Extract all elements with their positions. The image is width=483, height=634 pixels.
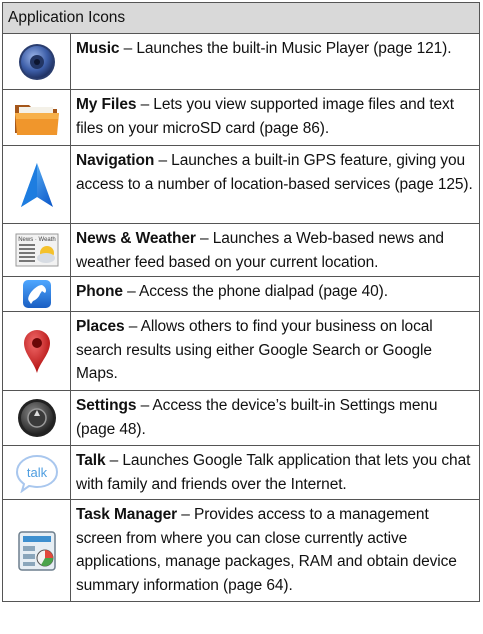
icon-cell bbox=[3, 312, 71, 390]
app-name: Talk bbox=[76, 452, 106, 469]
table-row-talk: talk Talk – Launches Google Talk applica… bbox=[2, 446, 480, 500]
map-pin-icon bbox=[23, 330, 50, 373]
table-row-music: Music – Launches the built-in Music Play… bbox=[2, 34, 480, 90]
task-manager-icon bbox=[17, 530, 56, 571]
row-description: Task Manager – Provides access to a mana… bbox=[71, 500, 479, 601]
row-description: Talk – Launches Google Talk application … bbox=[71, 446, 479, 499]
app-description: – Access the phone dialpad (page 40). bbox=[122, 283, 388, 300]
row-description: Phone – Access the phone dialpad (page 4… bbox=[71, 277, 479, 311]
app-name: Places bbox=[76, 318, 125, 335]
application-icons-table: Application Icons Music – Launches the b… bbox=[2, 2, 480, 602]
app-name: News & Weather bbox=[76, 230, 196, 247]
table-row-phone: Phone – Access the phone dialpad (page 4… bbox=[2, 277, 480, 312]
icon-cell bbox=[3, 500, 71, 601]
app-description: – Launches the built-in Music Player (pa… bbox=[119, 40, 452, 57]
navigation-arrow-icon bbox=[20, 162, 53, 207]
icon-cell bbox=[3, 391, 71, 445]
icon-cell bbox=[3, 34, 71, 89]
app-name: Phone bbox=[76, 283, 123, 300]
music-icon bbox=[18, 43, 55, 80]
table-row-settings: Settings – Access the device’s built-in … bbox=[2, 391, 480, 446]
talk-icon-label: talk bbox=[26, 465, 47, 480]
row-description: Places – Allows others to find your busi… bbox=[71, 312, 479, 390]
icon-cell bbox=[3, 146, 71, 223]
app-name: Settings bbox=[76, 397, 137, 414]
table-row-my-files: My Files – Lets you view supported image… bbox=[2, 90, 480, 146]
row-description: Navigation – Launches a built-in GPS fea… bbox=[71, 146, 479, 223]
icon-cell bbox=[3, 90, 71, 145]
row-description: News & Weather – Launches a Web-based ne… bbox=[71, 224, 479, 276]
icon-cell: talk bbox=[3, 446, 71, 499]
table-header: Application Icons bbox=[2, 2, 480, 34]
table-row-news-weather: News · Weath News & Weather – Launches a… bbox=[2, 224, 480, 277]
table-row-places: Places – Allows others to find your busi… bbox=[2, 312, 480, 391]
row-description: Settings – Access the device’s built-in … bbox=[71, 391, 479, 445]
app-name: Task Manager bbox=[76, 506, 178, 523]
folder-icon bbox=[14, 104, 59, 135]
app-name: Navigation bbox=[76, 152, 155, 169]
newspaper-masthead: News · Weath bbox=[18, 237, 56, 243]
row-description: Music – Launches the built-in Music Play… bbox=[71, 34, 479, 89]
row-description: My Files – Lets you view supported image… bbox=[71, 90, 479, 145]
table-row-navigation: Navigation – Launches a built-in GPS fea… bbox=[2, 146, 480, 224]
phone-handset-icon bbox=[22, 280, 51, 308]
table-row-task-manager: Task Manager – Provides access to a mana… bbox=[2, 500, 480, 602]
settings-dial-icon bbox=[17, 399, 56, 437]
app-description: – Allows others to find your business on… bbox=[76, 318, 433, 382]
app-name: My Files bbox=[76, 96, 137, 113]
icon-cell: News · Weath bbox=[3, 224, 71, 276]
app-name: Music bbox=[76, 40, 120, 57]
newspaper-icon: News · Weath bbox=[15, 233, 58, 267]
talk-bubble-icon: talk bbox=[15, 454, 58, 493]
icon-cell bbox=[3, 277, 71, 311]
app-description: – Launches Google Talk application that … bbox=[76, 452, 471, 493]
